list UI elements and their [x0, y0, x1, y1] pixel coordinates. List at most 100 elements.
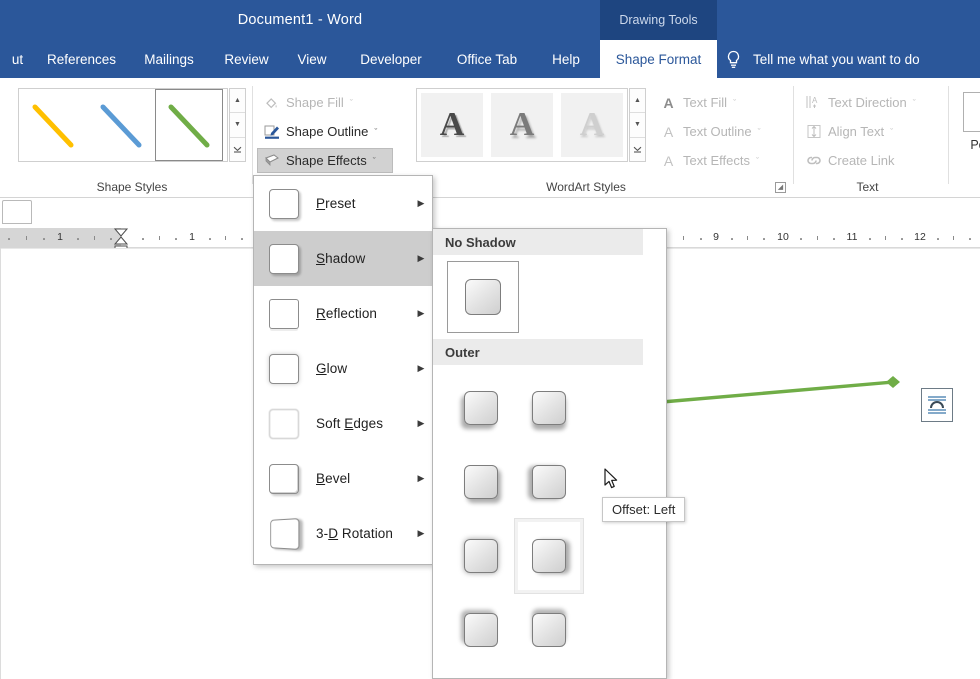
- shadow-swatch-outer-3[interactable]: [447, 445, 515, 519]
- ruler-tick: [953, 236, 954, 240]
- shadow-swatch-outer-8[interactable]: [515, 593, 583, 667]
- shadow-gallery-submenu[interactable]: No Shadow Outer Inner: [432, 228, 667, 679]
- tab-mailings[interactable]: Mailings: [128, 40, 210, 78]
- ruler-number: 1: [189, 231, 195, 243]
- text-direction-button[interactable]: A Text Direction ˇ: [800, 90, 922, 115]
- shape-effects-menu[interactable]: Preset ▶ Shadow ▶ Reflection ▶ Glow ▶ So…: [253, 175, 433, 565]
- tab-help[interactable]: Help: [533, 40, 599, 78]
- shape-styles-more[interactable]: [230, 138, 245, 161]
- shape-styles-group-label: Shape Styles: [96, 180, 168, 194]
- shadow-swatch-tooltip: Offset: Left: [602, 497, 686, 522]
- tab-review[interactable]: Review: [210, 40, 283, 78]
- menu-item-label: Bevel: [316, 471, 351, 486]
- reflection-square-icon: [266, 296, 302, 332]
- ruler-dot: [700, 238, 702, 240]
- tab-developer[interactable]: Developer: [341, 40, 441, 78]
- preset-square-icon: [266, 186, 302, 222]
- chevron-down-icon: ˇ: [372, 155, 376, 166]
- shadow-swatch-outer-4[interactable]: [515, 445, 583, 519]
- tab-view[interactable]: View: [283, 40, 341, 78]
- wordart-sample-1[interactable]: A: [421, 93, 483, 157]
- text-effects-icon: A: [663, 152, 674, 169]
- menu-item-bevel[interactable]: Bevel ▶: [254, 451, 432, 506]
- shape-styles-scroll[interactable]: ▲ ▼: [229, 88, 246, 162]
- menu-item-glow[interactable]: Glow ▶: [254, 341, 432, 396]
- shadow-swatch-outer-2[interactable]: [515, 371, 583, 445]
- wordart-more[interactable]: [630, 138, 645, 161]
- wordart-scroll-down[interactable]: ▼: [630, 113, 645, 138]
- menu-item-label: Soft Edges: [316, 416, 384, 431]
- ruler-dot: [175, 238, 177, 240]
- outer-shadow-swatch-grid: [433, 365, 647, 678]
- menu-item-soft-edges[interactable]: Soft Edges ▶: [254, 396, 432, 451]
- text-wrap-icon: [926, 393, 948, 418]
- wordart-group-label: WordArt Styles: [546, 180, 626, 194]
- wordart-scroll[interactable]: ▲ ▼: [629, 88, 646, 162]
- shadow-swatch-none[interactable]: [447, 261, 519, 333]
- tab-layout[interactable]: ut: [0, 40, 35, 78]
- title-bar: Document1 - Word Drawing Tools: [0, 0, 980, 40]
- shape-styles-gallery[interactable]: [18, 88, 228, 162]
- wordart-scroll-up[interactable]: ▲: [630, 89, 645, 114]
- ruler-tick: [159, 236, 160, 240]
- align-text-button[interactable]: Align Text ˇ: [800, 119, 899, 144]
- layout-options-button[interactable]: [921, 388, 953, 422]
- chevron-down-icon: ˇ: [374, 126, 378, 137]
- shadow-swatch-outer-1[interactable]: [447, 371, 515, 445]
- tab-stop-selector[interactable]: [2, 200, 32, 224]
- menu-item-preset[interactable]: Preset ▶: [254, 176, 432, 231]
- shape-style-green-selected[interactable]: [155, 89, 223, 161]
- group-separator: [793, 86, 794, 184]
- tab-office-tab[interactable]: Office Tab: [441, 40, 533, 78]
- menu-item-shadow[interactable]: Shadow ▶: [254, 231, 432, 286]
- text-outline-button[interactable]: A Text Outline ˇ: [655, 119, 767, 144]
- wordart-sample-2[interactable]: A: [491, 93, 553, 157]
- shape-styles-scroll-up[interactable]: ▲: [230, 89, 245, 114]
- menu-item-3d-rotation[interactable]: 3-D Rotation ▶: [254, 506, 432, 561]
- lightbulb-icon: [725, 50, 742, 69]
- ruler-dot: [241, 238, 243, 240]
- shape-style-blue[interactable]: [87, 89, 155, 161]
- tab-references[interactable]: References: [35, 40, 128, 78]
- green-line-shape[interactable]: [660, 368, 910, 411]
- tab-shape-format[interactable]: Shape Format: [600, 40, 717, 78]
- chevron-right-icon: ▶: [417, 308, 425, 318]
- ruler-dot: [869, 238, 871, 240]
- text-fill-button[interactable]: A Text Fill ˇ: [655, 90, 742, 115]
- menu-item-label: Reflection: [316, 306, 378, 321]
- shape-outline-label: Shape Outline: [286, 124, 369, 139]
- ruler-dot: [731, 238, 733, 240]
- ruler-tick: [885, 236, 886, 240]
- create-link-label: Create Link: [828, 153, 895, 168]
- document-title: Document1 - Word: [237, 12, 363, 28]
- create-link-button[interactable]: Create Link: [800, 148, 900, 173]
- pen-outline-icon: [262, 124, 281, 140]
- shape-fill-button[interactable]: Shape Fill ˇ: [258, 90, 359, 115]
- shape-style-yellow[interactable]: [19, 89, 87, 161]
- text-effects-button[interactable]: A Text Effects ˇ: [655, 148, 765, 173]
- ruler-tick: [747, 236, 748, 240]
- mouse-cursor: [604, 468, 619, 493]
- ruler-dot: [8, 238, 10, 240]
- shape-outline-button[interactable]: Shape Outline ˇ: [258, 119, 383, 144]
- tell-me-search[interactable]: Tell me what you want to do: [725, 40, 920, 78]
- ruler-number: 11: [846, 231, 858, 243]
- shadow-swatch-outer-offset-left[interactable]: [514, 518, 584, 594]
- shape-effects-icon: [262, 153, 281, 168]
- wordart-dialog-launcher[interactable]: ◢: [775, 182, 786, 193]
- position-button[interactable]: Po: [958, 92, 980, 152]
- text-outline-label: Text Outline: [683, 124, 752, 139]
- wordart-styles-gallery[interactable]: A A A: [416, 88, 628, 162]
- shape-styles-scroll-down[interactable]: ▼: [230, 113, 245, 138]
- menu-item-reflection[interactable]: Reflection ▶: [254, 286, 432, 341]
- group-separator: [252, 86, 253, 184]
- shadow-swatch-outer-9[interactable]: [447, 667, 515, 678]
- bevel-square-icon: [266, 461, 302, 497]
- tooltip-text: Offset: Left: [612, 502, 676, 517]
- shape-effects-button[interactable]: Shape Effects ˇ: [257, 148, 393, 173]
- wordart-sample-3[interactable]: A: [561, 93, 623, 157]
- shadow-swatch-outer-5[interactable]: [447, 519, 515, 593]
- tell-me-label: Tell me what you want to do: [753, 51, 920, 67]
- section-header-no-shadow: No Shadow: [433, 229, 643, 255]
- shadow-swatch-outer-7[interactable]: [447, 593, 515, 667]
